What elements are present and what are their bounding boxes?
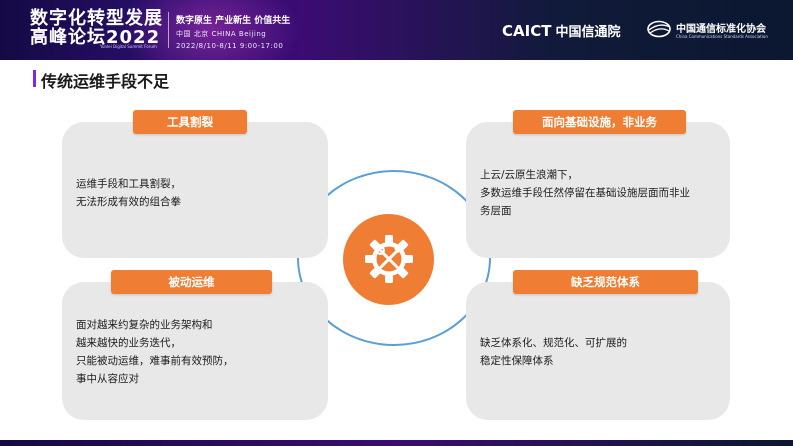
card-text-line: 务层面 bbox=[480, 205, 512, 217]
header-banner: 数字化转型发展 高峰论坛2022 Yunlei Digital Summit F… bbox=[0, 0, 793, 60]
header-divider bbox=[168, 12, 169, 48]
label-infra-focus: 面向基础设施，非业务 bbox=[513, 110, 686, 134]
card-text-line: 缺乏体系化、规范化、可扩展的 bbox=[480, 337, 627, 349]
forum-location: 中国 北京 CHINA Beijing bbox=[176, 30, 267, 38]
card-passive-ops-text: 面对越来约复杂的业务架构和 越来越快的业务迭代， 只能被动运维，难事前有效预防，… bbox=[76, 316, 234, 388]
forum-slogan: 数字原生 产业新生 价值共生 bbox=[176, 16, 291, 26]
caict-logo-cn: 中国信通院 bbox=[555, 25, 621, 40]
card-no-standard-system-text: 缺乏体系化、规范化、可扩展的 稳定性保障体系 bbox=[480, 334, 627, 370]
label-passive-ops: 被动运维 bbox=[111, 270, 272, 294]
caict-logo: CAICT 中国信通院 bbox=[502, 21, 620, 40]
card-infra-focus-text: 上云/云原生浪潮下， 多数运维手段任然停留在基础设施层面而非业 务层面 bbox=[480, 166, 690, 220]
ccsa-name-en: China Communications Standards Associati… bbox=[676, 34, 768, 39]
card-text-line: 运维手段和工具割裂， bbox=[76, 178, 181, 190]
forum-title-line1: 数字化转型发展 bbox=[30, 8, 163, 29]
page-title: 传统运维手段不足 bbox=[41, 72, 170, 91]
card-text-line: 无法形成有效的组合拳 bbox=[76, 196, 181, 208]
card-text-line: 稳定性保障体系 bbox=[480, 355, 554, 367]
label-no-standard-system: 缺乏规范体系 bbox=[513, 270, 698, 294]
caict-logo-en: CAICT bbox=[502, 22, 552, 40]
card-text-line: 面对越来约复杂的业务架构和 bbox=[76, 319, 213, 331]
forum-datetime: 2022/8/10-8/11 9:00-17:00 bbox=[176, 42, 284, 50]
forum-subtitle: Yunlei Digital Summit Forum bbox=[100, 44, 157, 49]
card-text-line: 上云/云原生浪潮下， bbox=[480, 169, 579, 181]
card-text-line: 越来越快的业务迭代， bbox=[76, 337, 181, 349]
card-text-line: 事中从容应对 bbox=[76, 373, 139, 385]
title-accent-bar bbox=[33, 70, 36, 87]
card-tool-fragmentation-text: 运维手段和工具割裂， 无法形成有效的组合拳 bbox=[76, 175, 181, 211]
forum-title: 数字化转型发展 高峰论坛2022 bbox=[30, 9, 163, 47]
card-text-line: 多数运维手段任然停留在基础设施层面而非业 bbox=[480, 187, 690, 199]
card-text-line: 只能被动运维，难事前有效预防， bbox=[76, 355, 234, 367]
label-tool-fragmentation: 工具割裂 bbox=[133, 110, 247, 134]
footer-strip bbox=[0, 440, 793, 446]
gear-tools-icon bbox=[365, 235, 413, 283]
ccsa-name: 中国通信标准化协会 bbox=[676, 24, 766, 35]
ccsa-globe-icon bbox=[647, 20, 671, 38]
